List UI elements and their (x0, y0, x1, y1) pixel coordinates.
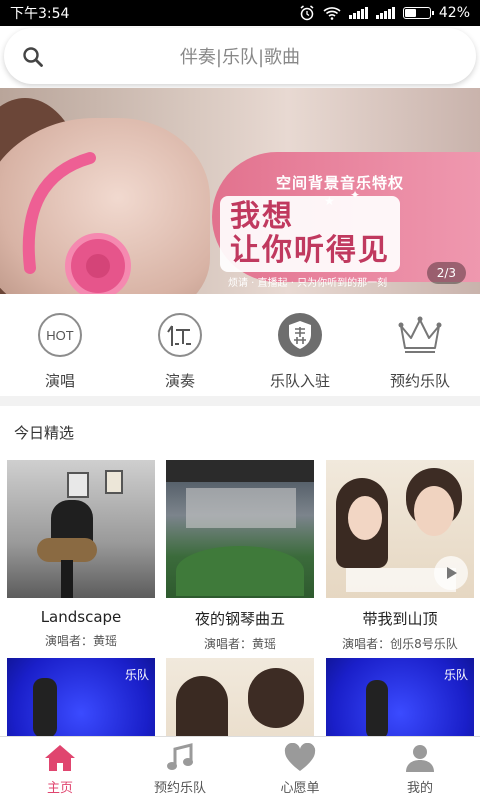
signal-icon-2 (375, 7, 395, 19)
play-button[interactable] (434, 556, 468, 590)
singer-name: 演唱者：黄瑶 (44, 634, 117, 648)
category-book-band[interactable]: 预约乐队 (360, 294, 480, 396)
hot-icon: HOT (38, 313, 82, 357)
wifi-icon (323, 7, 341, 20)
tab-wishlist[interactable]: 心愿单 (240, 737, 360, 800)
tab-label: 心愿单 (280, 781, 320, 796)
category-label: 演奏 (164, 372, 195, 390)
banner-title: 我想 让你听得见 (220, 196, 400, 272)
tab-label: 主页 (46, 781, 73, 796)
tab-me[interactable]: 我的 (360, 737, 480, 800)
category-label: 演唱 (44, 372, 75, 390)
you-badge-icon (158, 313, 202, 357)
alarm-icon (300, 5, 314, 21)
tab-home[interactable]: 主页 (0, 737, 120, 800)
banner-page-indicator: 2/3 (426, 262, 466, 284)
singer-name: 演唱者：创乐8号乐队 (342, 637, 458, 651)
music-note-icon (167, 743, 193, 770)
crown-icon (398, 316, 442, 353)
category-sing[interactable]: HOT 演唱 (0, 294, 120, 396)
category-label: 乐队入驻 (269, 372, 330, 390)
card-thumbnail (7, 460, 155, 598)
banner-title-line2: 让你听得见 (230, 233, 390, 268)
section-title: 今日精选 (14, 424, 75, 442)
search-icon[interactable] (22, 46, 44, 68)
today-picks-section: 今日精选 Landscape 演唱者：黄瑶 夜的钢琴曲五 演唱者：黄瑶 带我到山… (0, 406, 480, 796)
banner-caption: 烦请 · 直播起 · 只为你听到的那一刻 (228, 278, 388, 289)
status-bar: 下午3:54 42% (0, 0, 480, 26)
heart-icon (284, 743, 316, 771)
status-time: 下午3:54 (10, 6, 70, 22)
song-card[interactable]: 带我到山顶 演唱者：创乐8号乐队 (326, 460, 474, 652)
category-band-join[interactable]: 乐队入驻 (240, 294, 360, 396)
svg-text:HOT: HOT (46, 328, 74, 343)
jing-shield-icon (278, 313, 322, 357)
card-overlay-text: 乐队 (443, 668, 468, 682)
signal-icon (348, 7, 368, 19)
song-name: 带我到山顶 (362, 610, 438, 628)
search-header: 伴奏|乐队|歌曲 (0, 26, 480, 88)
card-thumbnail (326, 460, 474, 598)
card-overlay-text: 乐队 (124, 668, 149, 682)
category-label: 预约乐队 (389, 372, 450, 390)
card-thumbnail (166, 460, 314, 598)
tab-label: 我的 (406, 781, 433, 796)
battery-percent: 42% (438, 5, 470, 21)
song-card[interactable]: Landscape 演唱者：黄瑶 (7, 460, 155, 649)
banner-title-line1: 我想 (230, 199, 294, 234)
category-perform[interactable]: 演奏 (120, 294, 240, 396)
song-name: 夜的钢琴曲五 (194, 610, 285, 628)
headphones-graphic (22, 152, 131, 294)
home-icon (45, 745, 75, 771)
person-icon (406, 745, 434, 772)
battery-icon (402, 7, 434, 19)
tab-label: 预约乐队 (153, 781, 206, 796)
search-input[interactable]: 伴奏|乐队|歌曲 (4, 28, 476, 84)
tab-book-band[interactable]: 预约乐队 (120, 737, 240, 800)
banner-subtitle: 空间背景音乐特权 (276, 174, 405, 192)
singer-name: 演唱者：黄瑶 (203, 637, 276, 651)
song-name: Landscape (40, 608, 122, 626)
category-row: HOT 演唱 演奏 乐队入驻 预约乐队 (0, 294, 480, 396)
status-icons: 42% (299, 5, 470, 21)
bottom-tab-bar: 主页 预约乐队 心愿单 我的 (0, 736, 480, 800)
promo-banner[interactable]: 空间背景音乐特权 ★ ✦ 我想 让你听得见 烦请 · 直播起 · 只为你听到的那… (0, 88, 480, 294)
search-placeholder: 伴奏|乐队|歌曲 (179, 47, 301, 68)
song-card[interactable]: 夜的钢琴曲五 演唱者：黄瑶 (166, 460, 314, 652)
play-icon (447, 567, 457, 579)
